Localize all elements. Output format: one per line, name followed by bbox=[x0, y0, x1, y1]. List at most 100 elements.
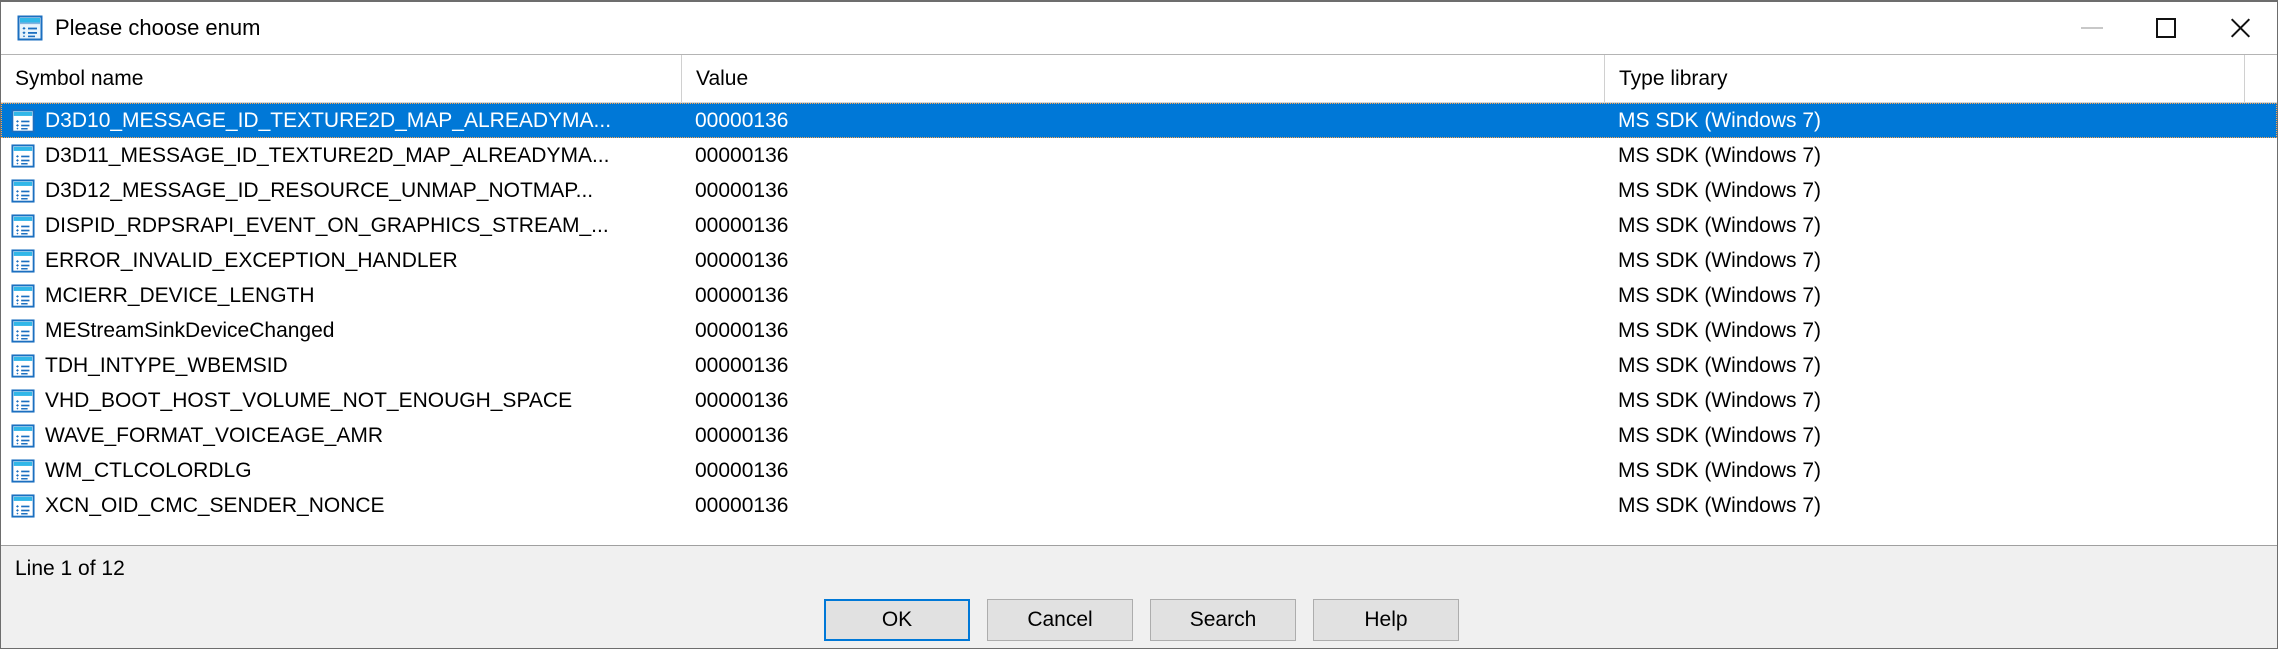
symbol-name-text: VHD_BOOT_HOST_VOLUME_NOT_ENOUGH_SPACE bbox=[45, 388, 573, 412]
cell-value: 00000136 bbox=[695, 353, 789, 377]
cell-type-library: MS SDK (Windows 7) bbox=[1618, 423, 1822, 447]
window-controls bbox=[2055, 2, 2277, 54]
minimize-icon bbox=[2081, 27, 2103, 29]
maximize-button[interactable] bbox=[2129, 2, 2203, 54]
dialog-buttons: OK Cancel Search Help bbox=[824, 598, 1476, 641]
cell-type-library: MS SDK (Windows 7) bbox=[1618, 248, 1822, 272]
enum-list-icon bbox=[11, 493, 35, 518]
ok-button[interactable]: OK bbox=[824, 598, 970, 641]
symbol-name-text: MCIERR_DEVICE_LENGTH bbox=[45, 283, 315, 307]
cell-value: 00000136 bbox=[695, 283, 789, 307]
cell-value: 00000136 bbox=[695, 143, 789, 167]
enum-list-icon bbox=[11, 213, 35, 238]
enum-list-icon bbox=[11, 353, 35, 378]
cell-type-library: MS SDK (Windows 7) bbox=[1618, 458, 1822, 482]
enum-list-icon bbox=[11, 143, 35, 168]
table-row[interactable]: ERROR_INVALID_EXCEPTION_HANDLER 00000136 M… bbox=[1, 243, 2277, 278]
table-row[interactable]: XCN_OID_CMC_SENDER_NONCE 00000136 MS SDK (… bbox=[1, 488, 2277, 523]
column-header-row: Symbol name Value Type library bbox=[1, 55, 2277, 103]
symbol-name-text: WAVE_FORMAT_VOICEAGE_AMR bbox=[45, 423, 383, 447]
cell-symbol-name: DISPID_RDPSRAPI_EVENT_ON_GRAPHICS_STREAM… bbox=[1, 208, 681, 243]
symbol-name-text: D3D12_MESSAGE_ID_RESOURCE_UNMAP_NOTMAP..… bbox=[45, 178, 594, 202]
search-button[interactable]: Search bbox=[1150, 598, 1296, 641]
table-row[interactable]: MEStreamSinkDeviceChanged 00000136 MS SDK … bbox=[1, 313, 2277, 348]
symbol-name-text: D3D11_MESSAGE_ID_TEXTURE2D_MAP_ALREADYMA… bbox=[45, 143, 610, 167]
table-row[interactable]: WAVE_FORMAT_VOICEAGE_AMR 00000136 MS SDK (… bbox=[1, 418, 2277, 453]
cell-symbol-name: TDH_INTYPE_WBEMSID bbox=[1, 348, 681, 383]
enum-list-icon bbox=[17, 15, 43, 41]
enum-list-icon bbox=[11, 458, 35, 483]
table-row[interactable]: D3D10_MESSAGE_ID_TEXTURE2D_MAP_ALREADYMA… bbox=[1, 103, 2277, 138]
cell-symbol-name: D3D12_MESSAGE_ID_RESOURCE_UNMAP_NOTMAP..… bbox=[1, 173, 681, 208]
symbol-name-text: XCN_OID_CMC_SENDER_NONCE bbox=[45, 493, 385, 517]
cell-symbol-name: XCN_OID_CMC_SENDER_NONCE bbox=[1, 488, 681, 523]
column-header-symbol-name[interactable]: Symbol name bbox=[1, 55, 681, 102]
table-row[interactable]: MCIERR_DEVICE_LENGTH 00000136 MS SDK (Wind… bbox=[1, 278, 2277, 313]
table-row[interactable]: TDH_INTYPE_WBEMSID 00000136 MS SDK (Window… bbox=[1, 348, 2277, 383]
cell-value: 00000136 bbox=[695, 248, 789, 272]
cell-type-library: MS SDK (Windows 7) bbox=[1618, 388, 1822, 412]
choose-enum-dialog: Please choose enum Symbol name Value Typ… bbox=[0, 0, 2278, 649]
column-header-value[interactable]: Value bbox=[681, 55, 1604, 102]
cell-value: 00000136 bbox=[695, 178, 789, 202]
cell-value: 00000136 bbox=[695, 318, 789, 342]
symbol-rows: D3D10_MESSAGE_ID_TEXTURE2D_MAP_ALREADYMA… bbox=[1, 103, 2277, 545]
enum-list-icon bbox=[11, 248, 35, 273]
table-row[interactable]: D3D12_MESSAGE_ID_RESOURCE_UNMAP_NOTMAP..… bbox=[1, 173, 2277, 208]
symbol-name-text: MEStreamSinkDeviceChanged bbox=[45, 318, 335, 342]
cell-type-library: MS SDK (Windows 7) bbox=[1618, 213, 1822, 237]
cell-value: 00000136 bbox=[695, 458, 789, 482]
enum-list-icon bbox=[11, 108, 35, 133]
symbol-list-view[interactable]: Symbol name Value Type library D3D10_MES… bbox=[1, 54, 2277, 545]
status-bar: Line 1 of 12 bbox=[1, 545, 2277, 591]
enum-list-icon bbox=[11, 388, 35, 413]
enum-list-icon bbox=[11, 423, 35, 448]
cell-type-library: MS SDK (Windows 7) bbox=[1618, 283, 1822, 307]
column-header-label: Symbol name bbox=[15, 66, 144, 90]
cell-type-library: MS SDK (Windows 7) bbox=[1618, 493, 1822, 517]
column-header-filler bbox=[2244, 55, 2277, 102]
symbol-name-text: ERROR_INVALID_EXCEPTION_HANDLER bbox=[45, 248, 458, 272]
cell-type-library: MS SDK (Windows 7) bbox=[1618, 143, 1822, 167]
symbol-name-text: D3D10_MESSAGE_ID_TEXTURE2D_MAP_ALREADYMA… bbox=[45, 108, 612, 132]
table-row[interactable]: VHD_BOOT_HOST_VOLUME_NOT_ENOUGH_SPACE 000… bbox=[1, 383, 2277, 418]
table-row[interactable]: WM_CTLCOLORDLG 00000136 MS SDK (Windows 7) bbox=[1, 453, 2277, 488]
button-bar: OK Cancel Search Help bbox=[1, 591, 2277, 648]
cell-type-library: MS SDK (Windows 7) bbox=[1618, 108, 1822, 132]
symbol-name-text: WM_CTLCOLORDLG bbox=[45, 458, 252, 482]
cell-symbol-name: D3D11_MESSAGE_ID_TEXTURE2D_MAP_ALREADYMA… bbox=[1, 138, 681, 173]
close-button[interactable] bbox=[2203, 2, 2277, 54]
cell-value: 00000136 bbox=[695, 108, 789, 132]
table-row[interactable]: D3D11_MESSAGE_ID_TEXTURE2D_MAP_ALREADYMA… bbox=[1, 138, 2277, 173]
help-button[interactable]: Help bbox=[1313, 598, 1459, 641]
enum-list-icon bbox=[11, 283, 35, 308]
maximize-icon bbox=[2156, 18, 2176, 38]
cell-type-library: MS SDK (Windows 7) bbox=[1618, 353, 1822, 377]
cell-symbol-name: WAVE_FORMAT_VOICEAGE_AMR bbox=[1, 418, 681, 453]
cell-symbol-name: VHD_BOOT_HOST_VOLUME_NOT_ENOUGH_SPACE bbox=[1, 383, 681, 418]
cancel-button[interactable]: Cancel bbox=[987, 598, 1133, 641]
cell-symbol-name: ERROR_INVALID_EXCEPTION_HANDLER bbox=[1, 243, 681, 278]
cell-value: 00000136 bbox=[695, 388, 789, 412]
background-obscured-text bbox=[120, 648, 125, 668]
table-row[interactable]: DISPID_RDPSRAPI_EVENT_ON_GRAPHICS_STREAM… bbox=[1, 208, 2277, 243]
symbol-name-text: DISPID_RDPSRAPI_EVENT_ON_GRAPHICS_STREAM… bbox=[45, 213, 609, 237]
minimize-button[interactable] bbox=[2055, 2, 2129, 54]
column-header-type-library[interactable]: Type library bbox=[1604, 55, 2244, 102]
close-icon bbox=[2229, 17, 2251, 39]
cell-symbol-name: D3D10_MESSAGE_ID_TEXTURE2D_MAP_ALREADYMA… bbox=[1, 103, 681, 138]
window-title: Please choose enum bbox=[55, 15, 261, 40]
line-count-status: Line 1 of 12 bbox=[15, 556, 125, 580]
cell-symbol-name: MEStreamSinkDeviceChanged bbox=[1, 313, 681, 348]
cell-type-library: MS SDK (Windows 7) bbox=[1618, 178, 1822, 202]
enum-list-icon bbox=[11, 318, 35, 343]
column-header-label: Type library bbox=[1619, 66, 1728, 90]
enum-list-icon bbox=[11, 178, 35, 203]
cell-type-library: MS SDK (Windows 7) bbox=[1618, 318, 1822, 342]
cell-value: 00000136 bbox=[695, 423, 789, 447]
cell-value: 00000136 bbox=[695, 493, 789, 517]
column-header-label: Value bbox=[696, 66, 749, 90]
cell-symbol-name: WM_CTLCOLORDLG bbox=[1, 453, 681, 488]
title-bar: Please choose enum bbox=[1, 2, 2277, 54]
symbol-name-text: TDH_INTYPE_WBEMSID bbox=[45, 353, 288, 377]
